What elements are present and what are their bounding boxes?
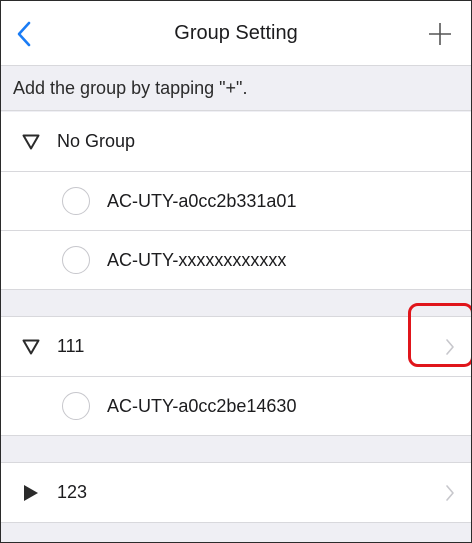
section-gap — [1, 436, 471, 462]
group-label: No Group — [57, 131, 136, 151]
device-label: AC-UTY-a0cc2be14630 — [107, 395, 297, 416]
expanded-triangle-icon[interactable] — [21, 132, 41, 152]
device-label: AC-UTY-a0cc2b331a01 — [107, 190, 297, 211]
section-gap — [1, 523, 471, 542]
navigation-bar: Group Setting — [1, 1, 471, 66]
select-radio[interactable] — [62, 187, 90, 215]
select-radio[interactable] — [62, 392, 90, 420]
group-row-no-group[interactable]: No Group — [1, 112, 471, 171]
expanded-triangle-icon[interactable] — [21, 337, 41, 357]
plus-icon — [429, 23, 451, 45]
group-row-111[interactable]: 111 — [1, 317, 471, 376]
group-row-123[interactable]: 123 — [1, 463, 471, 522]
device-row[interactable]: AC-UTY-a0cc2b331a01 — [1, 172, 471, 230]
chevron-right-icon[interactable] — [443, 483, 457, 503]
group-label: 123 — [57, 482, 88, 502]
page-title: Group Setting — [174, 22, 298, 44]
hint-text: Add the group by tapping "+". — [1, 67, 471, 111]
device-label: AC-UTY-xxxxxxxxxxxx — [107, 249, 287, 270]
device-row[interactable]: AC-UTY-xxxxxxxxxxxx — [1, 231, 471, 289]
group-label: 111 — [57, 336, 85, 356]
collapsed-triangle-icon[interactable] — [21, 483, 41, 503]
group-setting-screen: Group Setting Add the group by tapping "… — [0, 0, 472, 543]
highlight-annotation — [408, 303, 471, 367]
device-row[interactable]: AC-UTY-a0cc2be14630 — [1, 377, 471, 435]
add-group-button[interactable] — [423, 15, 457, 53]
select-radio[interactable] — [62, 246, 90, 274]
section-gap — [1, 290, 471, 316]
